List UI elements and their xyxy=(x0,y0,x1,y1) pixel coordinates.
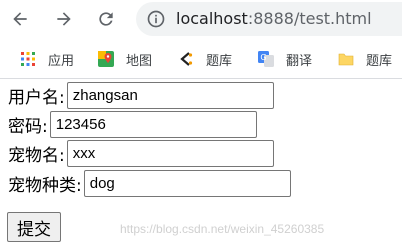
bookmark-maps[interactable]: 地图 xyxy=(98,48,152,70)
folder-icon xyxy=(338,53,354,66)
pettype-row: 宠物种类: xyxy=(8,169,291,197)
watermark-text: https://blog.csdn.net/weixin_45260385 xyxy=(120,222,325,236)
forward-button[interactable] xyxy=(50,5,78,33)
url-path: :8888/test.html xyxy=(247,9,372,28)
password-input[interactable] xyxy=(49,110,257,138)
url-text: localhost:8888/test.html xyxy=(176,9,372,29)
bookmark-label: 题库 xyxy=(206,53,233,69)
bookmark-apps[interactable]: 应用 xyxy=(20,48,74,70)
bookmark-tiku-folder[interactable]: 题库 xyxy=(338,48,392,70)
petname-label: 宠物名: xyxy=(8,145,65,166)
petname-row: 宠物名: xyxy=(8,139,274,167)
maps-pin-icon xyxy=(98,51,114,67)
reload-button[interactable] xyxy=(92,5,120,33)
username-row: 用户名: xyxy=(8,81,274,109)
bookmark-tiku[interactable]: 题库 xyxy=(178,48,232,70)
page-content: 用户名: 密码: 宠物名: 宠物种类: 提交 https://blog.csdn… xyxy=(0,80,402,248)
petname-input[interactable] xyxy=(66,139,274,167)
url-host: localhost xyxy=(176,9,248,28)
bookmark-label: 题库 xyxy=(366,53,393,69)
bookmarks-bar: 应用 地图 题库 G 翻译 题库 xyxy=(0,40,402,79)
tiku-logo-icon xyxy=(180,52,193,66)
svg-text:G: G xyxy=(260,53,266,62)
back-button[interactable] xyxy=(6,5,34,33)
browser-toolbar: localhost:8888/test.html xyxy=(0,0,402,38)
pettype-label: 宠物种类: xyxy=(8,175,82,196)
bookmark-translate[interactable]: G 翻译 xyxy=(258,48,312,70)
translate-icon: G xyxy=(258,51,274,67)
password-label: 密码: xyxy=(8,116,48,137)
bookmark-label: 应用 xyxy=(48,53,75,69)
bookmark-label: 地图 xyxy=(126,53,153,69)
arrow-left-icon xyxy=(13,12,27,26)
reload-icon xyxy=(99,12,113,26)
info-icon[interactable] xyxy=(146,9,166,29)
arrow-right-icon xyxy=(57,12,71,26)
submit-button[interactable]: 提交 xyxy=(7,212,61,242)
username-input[interactable] xyxy=(66,81,274,109)
username-label: 用户名: xyxy=(8,87,65,108)
bookmark-label: 翻译 xyxy=(286,53,313,69)
apps-grid-icon xyxy=(21,52,35,66)
address-bar[interactable]: localhost:8888/test.html xyxy=(136,2,402,36)
password-row: 密码: xyxy=(8,110,257,138)
pettype-input[interactable] xyxy=(83,169,291,197)
